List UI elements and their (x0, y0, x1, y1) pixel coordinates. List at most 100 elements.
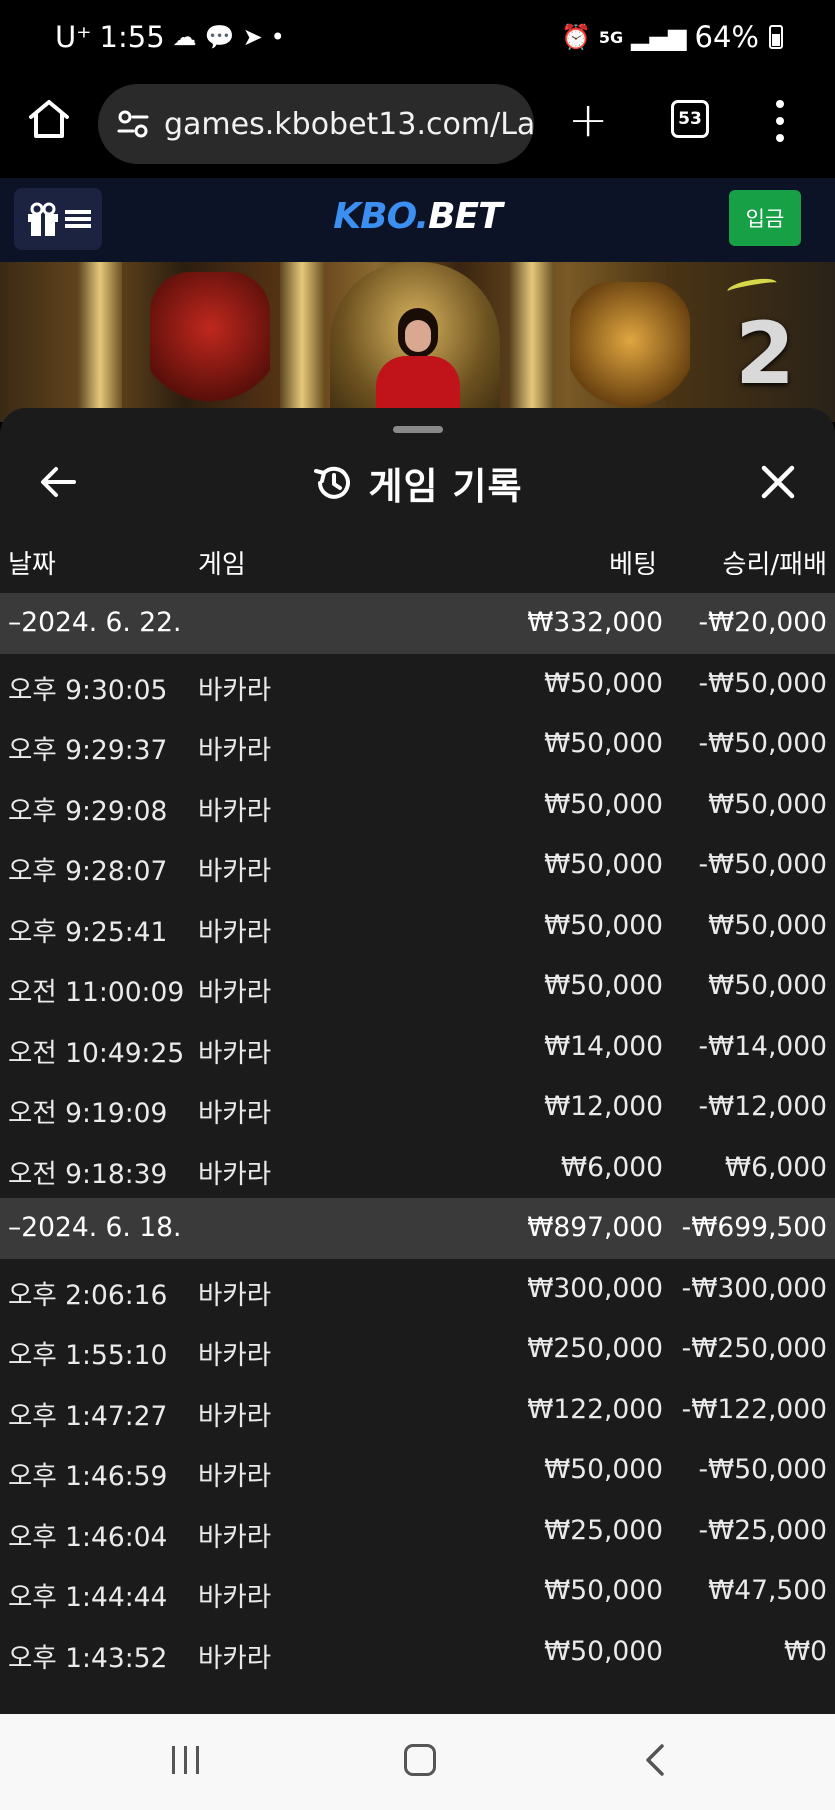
date-group-row[interactable]: –2024. 6. 22. ₩332,000 -₩20,000 (0, 593, 835, 654)
site-settings-icon[interactable] (116, 107, 150, 141)
row-result: -₩20,000 (698, 607, 828, 638)
live-game-banner: 2 (0, 262, 835, 422)
row-result: -₩250,000 (681, 1333, 827, 1364)
column-header-result: 승리/패배 (722, 550, 827, 580)
banner-pillar (510, 262, 554, 422)
row-game: 바카라 (198, 1461, 272, 1492)
round-number: 2 (735, 304, 795, 404)
site-logo[interactable]: KBO.BET (0, 196, 835, 237)
row-date: 오후 1:55:10 (8, 1340, 168, 1371)
table-row: 오후 1:55:10 바카라 ₩250,000 -₩250,000 (0, 1319, 835, 1380)
clock: 1:55 (99, 20, 165, 54)
history-icon (314, 466, 351, 499)
history-table: –2024. 6. 22. ₩332,000 -₩20,000 오후 9:30:05 바… (0, 593, 835, 1682)
row-date: 오후 9:30:05 (8, 674, 168, 706)
row-game: 바카라 (198, 977, 272, 1008)
talk-notification-icon: 💬 (204, 23, 235, 51)
deposit-button[interactable]: 입금 (729, 190, 801, 246)
row-game: 바카라 (198, 795, 272, 827)
row-date: 오후 9:29:08 (8, 795, 168, 827)
row-date: 오후 2:06:16 (8, 1279, 168, 1311)
signal-icon: ▂▄▆ (631, 23, 687, 51)
battery-percent: 64% (694, 20, 759, 54)
row-game: 바카라 (198, 674, 272, 706)
table-header: 날짜 게임 베팅 승리/패배 (0, 536, 835, 586)
address-bar[interactable]: games.kbobet13.com/La (98, 84, 534, 164)
row-date: 오후 9:25:41 (8, 916, 168, 948)
table-row: 오전 11:00:09 바카라 ₩50,000 ₩50,000 (0, 956, 835, 1017)
row-date: 오전 9:18:39 (8, 1158, 168, 1190)
row-result: -₩25,000 (698, 1514, 828, 1546)
row-date: 오후 1:47:27 (8, 1400, 168, 1432)
row-result: ₩47,500 (708, 1575, 827, 1606)
row-date: 오전 11:00:09 (8, 977, 185, 1008)
alarm-icon: ⏰ (561, 23, 591, 51)
home-icon[interactable] (26, 96, 72, 142)
table-row: 오후 9:25:41 바카라 ₩50,000 ₩50,000 (0, 896, 835, 957)
row-bet: ₩50,000 (544, 1454, 663, 1485)
row-bet: ₩122,000 (527, 1393, 663, 1425)
table-row: 오후 1:46:59 바카라 ₩50,000 -₩50,000 (0, 1440, 835, 1501)
status-left: U⁺ 1:55 ☁ 💬 ➤ • (55, 20, 285, 54)
column-header-game: 게임 (198, 550, 246, 580)
row-bet: ₩50,000 (544, 667, 663, 699)
row-bet: ₩300,000 (527, 1272, 663, 1304)
recent-apps-icon[interactable] (172, 1746, 199, 1774)
tiger-image (570, 282, 690, 412)
tab-switcher-button[interactable]: 53 (671, 100, 709, 138)
sheet-header: 게임 기록 (0, 448, 835, 518)
url-text: games.kbobet13.com/La (164, 106, 534, 142)
date-group-row[interactable]: –2024. 6. 18. ₩897,000 -₩699,500 (0, 1198, 835, 1259)
close-icon[interactable] (758, 462, 798, 502)
row-bet: ₩12,000 (544, 1091, 663, 1122)
row-bet: ₩50,000 (544, 849, 663, 880)
new-tab-icon[interactable]: + (568, 96, 608, 144)
game-history-sheet: 게임 기록 날짜 게임 베팅 승리/패배 –2024. 6. 22. ₩332,0… (0, 408, 835, 1714)
browser-toolbar: games.kbobet13.com/La + 53 (0, 82, 835, 178)
system-nav-bar (0, 1714, 835, 1810)
row-date: 오후 1:46:04 (8, 1521, 168, 1553)
more-menu-icon[interactable] (775, 100, 785, 142)
row-game: 바카라 (198, 1279, 272, 1311)
row-result: -₩50,000 (698, 728, 828, 759)
table-row: 오후 9:29:37 바카라 ₩50,000 -₩50,000 (0, 714, 835, 775)
row-game: 바카라 (198, 1521, 272, 1553)
row-bet: ₩332,000 (527, 607, 663, 638)
table-row: 오전 10:49:25 바카라 ₩14,000 -₩14,000 (0, 1017, 835, 1078)
home-nav-icon[interactable] (404, 1744, 436, 1776)
row-result: -₩12,000 (698, 1091, 828, 1122)
logo-kbo: KBO. (333, 196, 429, 237)
row-date: 오전 10:49:25 (8, 1037, 185, 1069)
table-row: 오전 9:19:09 바카라 ₩12,000 -₩12,000 (0, 1077, 835, 1138)
network-type-label: 5G (598, 27, 624, 47)
row-bet: ₩50,000 (544, 1575, 663, 1606)
row-date: –2024. 6. 18. (8, 1212, 182, 1243)
row-bet: ₩50,000 (544, 788, 663, 820)
row-game: 바카라 (198, 1582, 272, 1613)
table-row: 오후 1:46:04 바카라 ₩25,000 -₩25,000 (0, 1501, 835, 1562)
row-bet: ₩50,000 (544, 970, 663, 1001)
row-bet: ₩25,000 (544, 1514, 663, 1546)
row-result: -₩699,500 (681, 1212, 827, 1243)
game-notification-icon: ☁ (172, 23, 197, 51)
table-row: 오후 2:06:16 바카라 ₩300,000 -₩300,000 (0, 1259, 835, 1320)
table-row: 오후 1:47:27 바카라 ₩122,000 -₩122,000 (0, 1380, 835, 1441)
column-header-bet: 베팅 (609, 550, 657, 580)
row-result: ₩6,000 (724, 1151, 827, 1183)
row-result: -₩50,000 (698, 667, 828, 699)
table-row: 오후 1:43:52 바카라 ₩50,000 ₩0 (0, 1622, 835, 1683)
row-bet: ₩50,000 (544, 728, 663, 759)
row-result: ₩0 (783, 1635, 827, 1667)
row-date: 오후 9:29:37 (8, 735, 168, 766)
row-game: 바카라 (198, 916, 272, 948)
drag-handle[interactable] (393, 426, 443, 433)
banner-pillar (280, 262, 324, 422)
row-bet: ₩250,000 (527, 1333, 663, 1364)
back-nav-icon[interactable] (640, 1742, 670, 1778)
carrier-label: U⁺ (55, 20, 92, 54)
column-header-date: 날짜 (8, 550, 56, 580)
status-bar: U⁺ 1:55 ☁ 💬 ➤ • ⏰ 5G ▂▄▆ 64% (0, 0, 835, 82)
row-date: 오전 9:19:09 (8, 1098, 168, 1129)
dragon-image (150, 272, 270, 412)
table-row: 오후 9:29:08 바카라 ₩50,000 ₩50,000 (0, 775, 835, 836)
